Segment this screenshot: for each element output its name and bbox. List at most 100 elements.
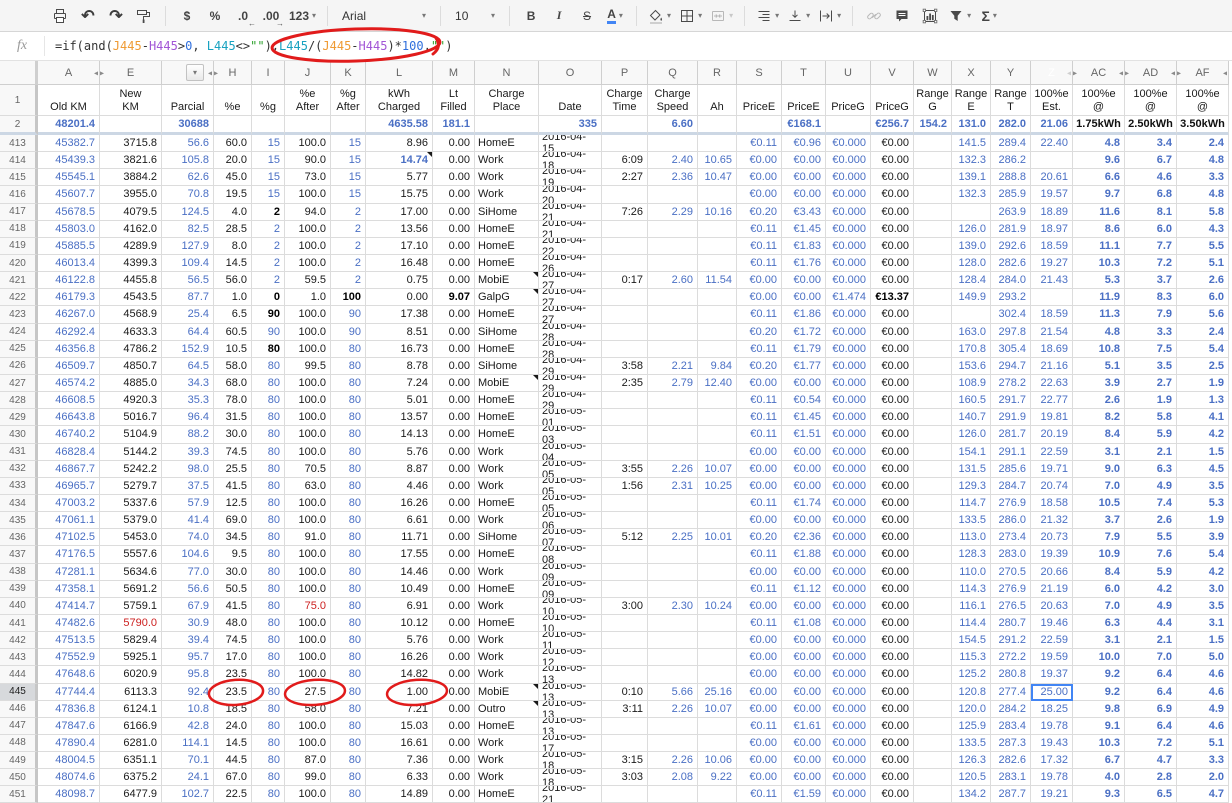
cell-S449[interactable]: €0.00 [737, 752, 782, 769]
cell-O447[interactable]: 2016-05-13 [539, 718, 602, 735]
cell-L424[interactable]: 8.51 [366, 324, 433, 341]
cell-K429[interactable]: 80 [331, 409, 366, 426]
cell-AC445[interactable]: 9.2 [1073, 684, 1125, 701]
cell-X430[interactable]: 126.0 [952, 426, 991, 443]
cell-J438[interactable]: 100.0 [285, 564, 331, 581]
cell-I427[interactable]: 80 [252, 375, 285, 392]
cell-AD423[interactable]: 7.9 [1125, 306, 1177, 323]
cell-G450[interactable]: 24.1 [162, 769, 214, 786]
cell-R419[interactable] [698, 238, 737, 255]
cell-N413[interactable]: HomeE [475, 135, 539, 152]
formula-input[interactable]: =if(and(J445-H445>0, L445<>""),L445/(J44… [45, 39, 453, 53]
cell-A421[interactable]: 46122.8 [38, 272, 100, 289]
cell-W442[interactable] [914, 632, 952, 649]
cell-W437[interactable] [914, 546, 952, 563]
cell-A414[interactable]: 45439.3 [38, 152, 100, 169]
cell-H432[interactable]: 25.5 [214, 461, 252, 478]
cell-V438[interactable]: €0.00 [871, 564, 914, 581]
cell-V1[interactable]: PriceG [871, 85, 914, 116]
cell-Y438[interactable]: 270.5 [991, 564, 1031, 581]
cell-Z436[interactable]: 20.73 [1031, 529, 1073, 546]
cell-A436[interactable]: 47102.5 [38, 529, 100, 546]
cell-G431[interactable]: 39.3 [162, 444, 214, 461]
cell-I415[interactable]: 15 [252, 169, 285, 186]
cell-G428[interactable]: 35.3 [162, 392, 214, 409]
cell-Q419[interactable] [648, 238, 698, 255]
cell-N428[interactable]: HomeE [475, 392, 539, 409]
cell-Z414[interactable] [1031, 152, 1073, 169]
cell-K420[interactable]: 2 [331, 255, 366, 272]
cell-Y415[interactable]: 288.8 [991, 169, 1031, 186]
cell-X424[interactable]: 163.0 [952, 324, 991, 341]
cell-AC451[interactable]: 9.3 [1073, 786, 1125, 803]
cell-Z439[interactable]: 21.19 [1031, 581, 1073, 598]
cell-M450[interactable]: 0.00 [433, 769, 475, 786]
cell-J417[interactable]: 94.0 [285, 204, 331, 221]
cell-AF1[interactable]: 100%e @ [1177, 85, 1229, 116]
cell-J428[interactable]: 100.0 [285, 392, 331, 409]
cell-L417[interactable]: 17.00 [366, 204, 433, 221]
cell-V419[interactable]: €0.00 [871, 238, 914, 255]
cell-AF434[interactable]: 5.3 [1177, 495, 1229, 512]
cell-A442[interactable]: 47513.5 [38, 632, 100, 649]
cell-AD450[interactable]: 2.8 [1125, 769, 1177, 786]
cell-E428[interactable]: 4920.3 [100, 392, 162, 409]
cell-X2[interactable]: 131.0 [952, 116, 991, 135]
cell-J447[interactable]: 100.0 [285, 718, 331, 735]
cell-L428[interactable]: 5.01 [366, 392, 433, 409]
cell-P446[interactable]: 3:11 [602, 701, 648, 718]
cell-I413[interactable]: 15 [252, 135, 285, 152]
cell-T445[interactable]: €0.00 [782, 684, 826, 701]
cell-W430[interactable] [914, 426, 952, 443]
cell-M418[interactable]: 0.00 [433, 221, 475, 238]
cell-AF414[interactable]: 4.8 [1177, 152, 1229, 169]
cell-Y429[interactable]: 291.9 [991, 409, 1031, 426]
cell-U446[interactable]: €0.000 [826, 701, 871, 718]
cell-L422[interactable]: 0.00 [366, 289, 433, 306]
cell-O448[interactable]: 2016-05-17 [539, 735, 602, 752]
cell-U448[interactable]: €0.000 [826, 735, 871, 752]
cell-I446[interactable]: 80 [252, 701, 285, 718]
cell-AD445[interactable]: 6.4 [1125, 684, 1177, 701]
cell-N417[interactable]: SiHome [475, 204, 539, 221]
cell-Z424[interactable]: 21.54 [1031, 324, 1073, 341]
cell-S433[interactable]: €0.00 [737, 478, 782, 495]
cell-AC419[interactable]: 11.1 [1073, 238, 1125, 255]
cell-Z445[interactable]: 25.00 [1031, 684, 1073, 701]
cell-H447[interactable]: 24.0 [214, 718, 252, 735]
cell-X451[interactable]: 134.2 [952, 786, 991, 803]
cell-AD427[interactable]: 2.7 [1125, 375, 1177, 392]
cell-K437[interactable]: 80 [331, 546, 366, 563]
cell-I428[interactable]: 80 [252, 392, 285, 409]
cell-R427[interactable]: 12.40 [698, 375, 737, 392]
cell-W420[interactable] [914, 255, 952, 272]
cell-L448[interactable]: 16.61 [366, 735, 433, 752]
cell-AF443[interactable]: 5.0 [1177, 649, 1229, 666]
cell-T423[interactable]: €1.86 [782, 306, 826, 323]
cell-Y444[interactable]: 280.8 [991, 666, 1031, 683]
cell-S428[interactable]: €0.11 [737, 392, 782, 409]
cell-R2[interactable] [698, 116, 737, 135]
cell-Z433[interactable]: 20.74 [1031, 478, 1073, 495]
cell-AD431[interactable]: 2.1 [1125, 444, 1177, 461]
cell-R1[interactable]: Ah [698, 85, 737, 116]
cell-E449[interactable]: 6351.1 [100, 752, 162, 769]
cell-K416[interactable]: 15 [331, 186, 366, 203]
cell-P420[interactable] [602, 255, 648, 272]
cell-X439[interactable]: 114.3 [952, 581, 991, 598]
row-header-428[interactable]: 428 [0, 392, 38, 409]
cell-W422[interactable] [914, 289, 952, 306]
cell-Y433[interactable]: 284.7 [991, 478, 1031, 495]
cell-Z428[interactable]: 22.77 [1031, 392, 1073, 409]
cell-V449[interactable]: €0.00 [871, 752, 914, 769]
cell-J439[interactable]: 100.0 [285, 581, 331, 598]
cell-O429[interactable]: 2016-05-01 [539, 409, 602, 426]
cell-O422[interactable]: 2016-04-27 [539, 289, 602, 306]
cell-V426[interactable]: €0.00 [871, 358, 914, 375]
cell-AF415[interactable]: 3.3 [1177, 169, 1229, 186]
cell-E450[interactable]: 6375.2 [100, 769, 162, 786]
cell-S446[interactable]: €0.00 [737, 701, 782, 718]
hidden-columns-icon[interactable]: ◂ [1171, 68, 1175, 77]
cell-G418[interactable]: 82.5 [162, 221, 214, 238]
cell-L435[interactable]: 6.61 [366, 512, 433, 529]
